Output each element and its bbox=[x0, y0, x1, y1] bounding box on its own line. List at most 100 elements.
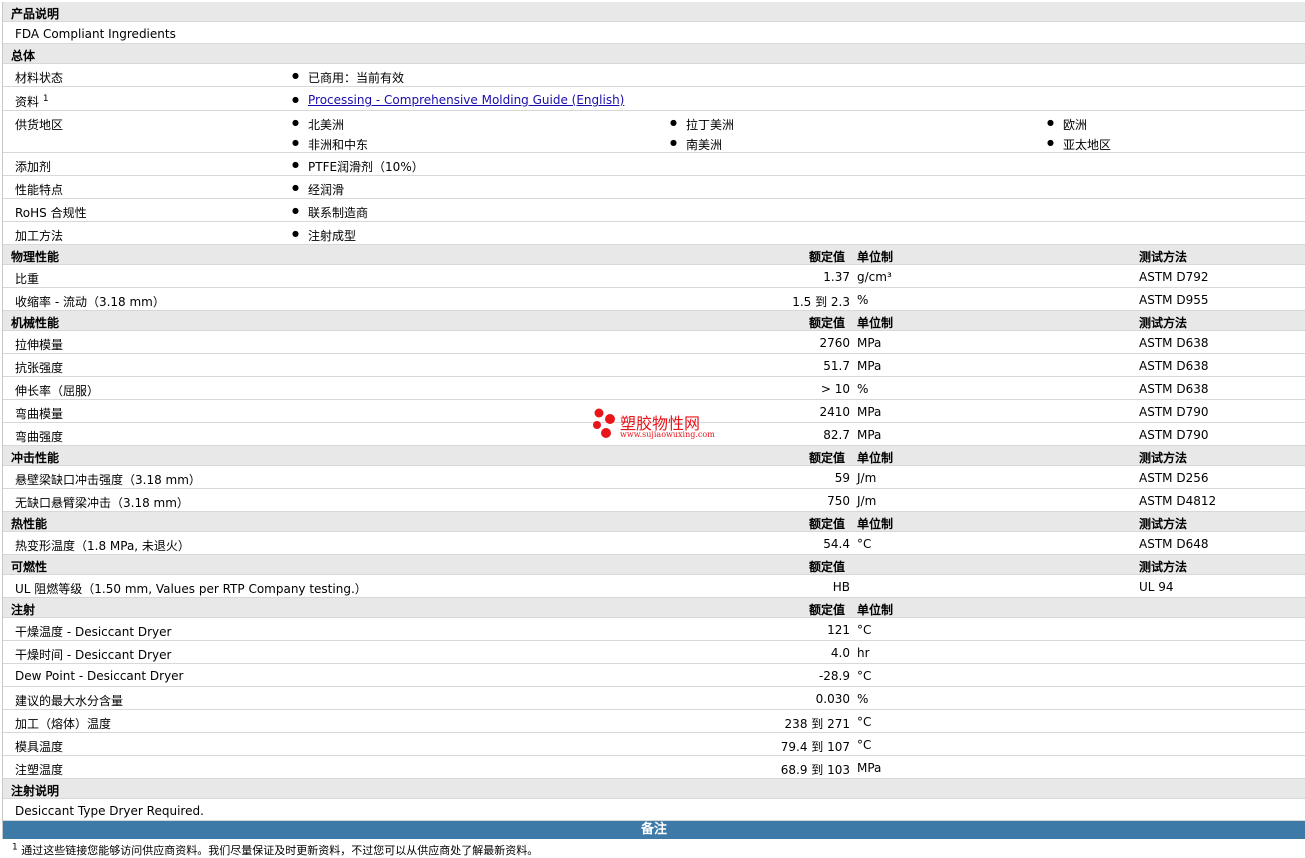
section-title: 注射 bbox=[11, 603, 36, 617]
property-value: 2760 bbox=[819, 336, 850, 350]
property-row: 收缩率 - 流动（3.18 mm） 1.5 到 2.3% ASTM D955 bbox=[3, 288, 1305, 311]
property-label: 干燥时间 - Desiccant Dryer bbox=[15, 648, 172, 662]
section-title: 可燃性 bbox=[11, 560, 48, 574]
property-value: -28.9 bbox=[818, 669, 850, 683]
property-unit: % bbox=[857, 382, 869, 396]
section-injection: 注射 额定值 单位制 bbox=[3, 598, 1305, 618]
property-label: 模具温度 bbox=[15, 740, 64, 754]
property-value: 79.4 到 107 bbox=[780, 740, 850, 754]
property-label: 悬壁梁缺口冲击强度（3.18 mm） bbox=[15, 473, 201, 487]
property-row: 悬壁梁缺口冲击强度（3.18 mm） 59 J/m ASTM D256 bbox=[3, 466, 1305, 489]
notes-bar: 备注 bbox=[3, 821, 1305, 839]
property-value: HB bbox=[832, 580, 850, 594]
injection-notes-text: Desiccant Type Dryer Required. bbox=[15, 804, 204, 818]
material-status-row: 材料状态 已商用：当前有效 bbox=[3, 64, 1305, 87]
property-label: 伸长率（屈服） bbox=[15, 384, 100, 398]
property-value: 1.5 到 2.3 bbox=[792, 295, 850, 309]
header-nominal: 额定值 bbox=[809, 517, 846, 531]
row-value: 联系制造商 bbox=[292, 204, 368, 221]
docs-row: 资料 1 Processing - Comprehensive Molding … bbox=[3, 87, 1305, 111]
region-item: 亚太地区 bbox=[1047, 136, 1111, 153]
header-unit: 单位制 bbox=[857, 517, 894, 531]
property-label: 弯曲强度 bbox=[15, 430, 64, 444]
property-value: 121 bbox=[827, 623, 850, 637]
property-label: 抗张强度 bbox=[15, 361, 64, 375]
property-value: 238 到 271 bbox=[784, 717, 850, 731]
property-unit: hr bbox=[857, 646, 870, 660]
property-row: 无缺口悬臂梁冲击（3.18 mm） 750 J/m ASTM D4812 bbox=[3, 489, 1305, 512]
property-row: UL 阻燃等级（1.50 mm, Values per RTP Company … bbox=[3, 575, 1305, 598]
features-row: 性能特点 经润滑 bbox=[3, 176, 1305, 199]
rohs-row: RoHS 合规性 联系制造商 bbox=[3, 199, 1305, 222]
header-nominal: 额定值 bbox=[809, 316, 846, 330]
row-label: 资料 1 bbox=[15, 93, 49, 110]
property-row: 干燥时间 - Desiccant Dryer 4.0 hr bbox=[3, 641, 1305, 664]
property-unit: MPa bbox=[857, 761, 882, 775]
property-unit: J/m bbox=[857, 494, 877, 508]
row-value: 已商用：当前有效 bbox=[292, 69, 404, 86]
section-thermal: 热性能 额定值 单位制 测试方法 bbox=[3, 512, 1305, 532]
property-unit: °C bbox=[857, 623, 872, 637]
property-unit: °C bbox=[857, 669, 872, 683]
property-value: 0.030 bbox=[815, 692, 850, 706]
section-title: 冲击性能 bbox=[11, 451, 60, 465]
header-nominal: 额定值 bbox=[809, 560, 846, 574]
region-item: 北美洲 bbox=[292, 116, 344, 133]
region-item: 南美洲 bbox=[670, 136, 722, 153]
header-unit: 单位制 bbox=[857, 250, 894, 264]
property-label: UL 阻燃等级（1.50 mm, Values per RTP Company … bbox=[15, 582, 367, 596]
property-test-method: ASTM D790 bbox=[1139, 405, 1209, 419]
section-physical: 物理性能 额定值 单位制 测试方法 bbox=[3, 245, 1305, 265]
logo-dots-icon bbox=[593, 408, 615, 438]
docs-label: 资料 bbox=[15, 95, 40, 109]
supply-row: 供货地区 北美洲 拉丁美洲 欧洲 非洲和中东 南美洲 亚太地区 bbox=[3, 111, 1305, 153]
property-row: 拉伸模量 2760 MPa ASTM D638 bbox=[3, 331, 1305, 354]
property-label: 弯曲模量 bbox=[15, 407, 64, 421]
property-test-method: ASTM D4812 bbox=[1139, 494, 1217, 508]
row-label: 添加剂 bbox=[15, 160, 52, 174]
section-title: 产品说明 bbox=[11, 7, 60, 21]
property-row: 模具温度 79.4 到 107 °C bbox=[3, 733, 1305, 756]
property-test-method: UL 94 bbox=[1139, 580, 1174, 594]
property-label: 建议的最大水分含量 bbox=[15, 694, 124, 708]
footnote-sup: 1 bbox=[12, 842, 18, 853]
property-label: 比重 bbox=[15, 272, 40, 286]
property-test-method: ASTM D955 bbox=[1139, 293, 1209, 307]
additive-row: 添加剂 PTFE润滑剂（10%） bbox=[3, 153, 1305, 176]
section-impact: 冲击性能 额定值 单位制 测试方法 bbox=[3, 446, 1305, 466]
row-value: 注射成型 bbox=[292, 227, 356, 244]
property-value: 4.0 bbox=[830, 646, 850, 660]
property-value: 82.7 bbox=[823, 428, 850, 442]
property-row: 抗张强度 51.7 MPa ASTM D638 bbox=[3, 354, 1305, 377]
section-injection-notes: 注射说明 bbox=[3, 779, 1305, 799]
property-unit: °C bbox=[857, 738, 872, 752]
desc-text: FDA Compliant Ingredients bbox=[15, 27, 176, 41]
section-flammability: 可燃性 额定值 测试方法 bbox=[3, 555, 1305, 575]
processing-guide-link[interactable]: Processing - Comprehensive Molding Guide… bbox=[308, 93, 624, 107]
header-unit: 单位制 bbox=[857, 316, 894, 330]
watermark-url: www.sujiaowuxing.com bbox=[620, 430, 715, 439]
impact-rows: 悬壁梁缺口冲击强度（3.18 mm） 59 J/m ASTM D256 无缺口悬臂梁冲击… bbox=[3, 466, 1305, 512]
footnote-text: 通过这些链接您能够访问供应商资料。我们尽量保证及时更新资料，不过您可以从供应商处… bbox=[21, 844, 539, 857]
header-nominal: 额定值 bbox=[809, 451, 846, 465]
flammability-rows: UL 阻燃等级（1.50 mm, Values per RTP Company … bbox=[3, 575, 1305, 598]
row-label: RoHS 合规性 bbox=[15, 206, 87, 220]
physical-rows: 比重 1.37 g/cm³ ASTM D792 收缩率 - 流动（3.18 mm） 1.5… bbox=[3, 265, 1305, 311]
section-mechanical: 机械性能 额定值 单位制 测试方法 bbox=[3, 311, 1305, 331]
property-unit: MPa bbox=[857, 359, 882, 373]
property-value: 51.7 bbox=[823, 359, 850, 373]
region-item: 欧洲 bbox=[1047, 116, 1087, 133]
property-unit: % bbox=[857, 692, 869, 706]
property-value: 750 bbox=[827, 494, 850, 508]
property-test-method: ASTM D256 bbox=[1139, 471, 1209, 485]
property-unit: g/cm³ bbox=[857, 270, 892, 284]
property-unit: % bbox=[857, 293, 869, 307]
property-row: Dew Point - Desiccant Dryer -28.9 °C bbox=[3, 664, 1305, 687]
header-nominal: 额定值 bbox=[809, 250, 846, 264]
region-item: 拉丁美洲 bbox=[670, 116, 734, 133]
property-test-method: ASTM D648 bbox=[1139, 537, 1209, 551]
property-unit: J/m bbox=[857, 471, 877, 485]
property-label: 无缺口悬臂梁冲击（3.18 mm） bbox=[15, 496, 189, 510]
property-label: 注塑温度 bbox=[15, 763, 64, 777]
row-label: 供货地区 bbox=[15, 118, 64, 132]
